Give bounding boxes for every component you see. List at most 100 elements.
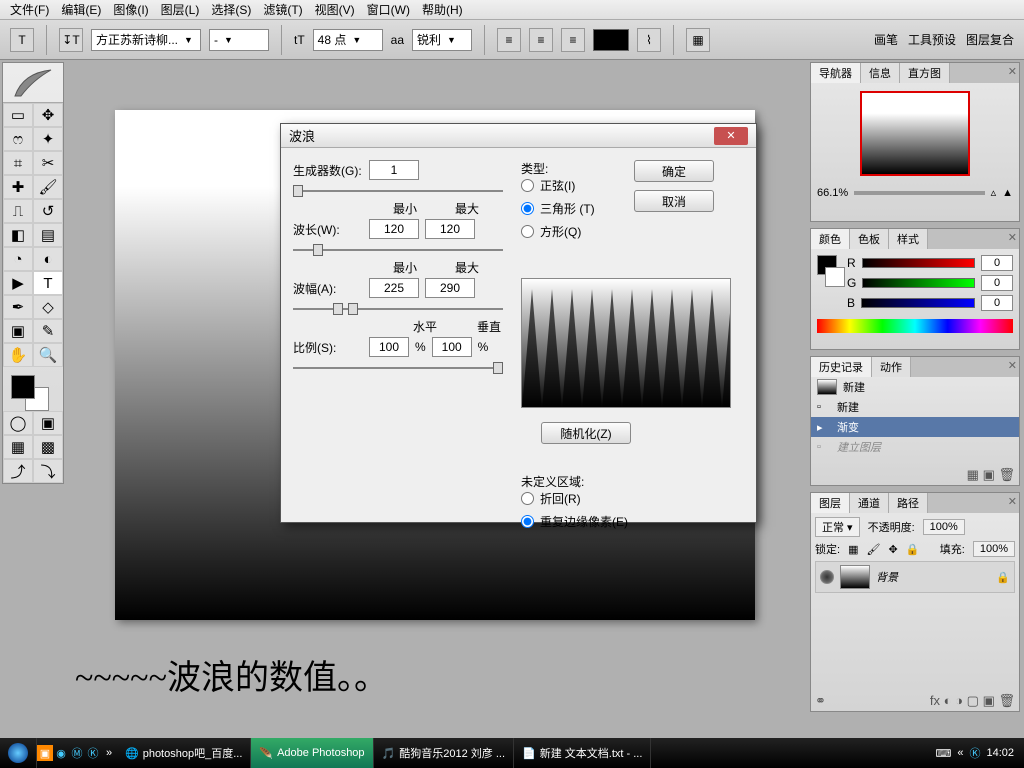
ok-button[interactable]: 确定 [634, 160, 714, 182]
font-size-dropdown[interactable]: 48 点▼ [313, 29, 383, 51]
clock[interactable]: 14:02 [986, 747, 1014, 759]
eyedropper-tool[interactable]: ✎ [33, 319, 63, 343]
menu-file[interactable]: 文件(F) [6, 1, 53, 18]
type-sine-radio[interactable]: 正弦(I) [521, 177, 631, 194]
menu-window[interactable]: 窗口(W) [363, 1, 414, 18]
menu-edit[interactable]: 编辑(E) [57, 1, 105, 18]
delete-layer-icon[interactable]: 🗑 [998, 693, 1015, 708]
zoom-tool[interactable]: 🔍 [33, 343, 63, 367]
quickmask-icon[interactable]: ◯ [3, 411, 33, 435]
tab-actions[interactable]: 动作 [872, 357, 911, 377]
fill-input[interactable]: 100% [973, 541, 1015, 557]
zoom-out-icon[interactable]: ▵ [991, 186, 997, 199]
menu-image[interactable]: 图像(I) [109, 1, 152, 18]
generators-slider[interactable] [293, 186, 503, 196]
tray-expand-icon[interactable]: « [957, 747, 963, 759]
tab-navigator[interactable]: 导航器 [811, 63, 861, 83]
quick-launch-expand[interactable]: » [101, 745, 117, 761]
screenmode3-icon[interactable]: ▩ [33, 435, 63, 459]
link-icon[interactable]: ⚭ [815, 693, 826, 709]
layer-name[interactable]: 背景 [876, 569, 898, 585]
bg-mini-swatch[interactable] [825, 267, 845, 287]
wavelength-slider[interactable] [293, 245, 503, 255]
quick-launch-icon[interactable]: ▣ [37, 745, 53, 761]
blend-mode-dropdown[interactable]: 正常 ▾ [815, 517, 860, 537]
foreground-color-swatch[interactable] [11, 375, 35, 399]
fx-icon[interactable]: fx [930, 693, 940, 708]
tray-ime-icon[interactable]: ⌨ [935, 747, 951, 760]
amplitude-min-input[interactable] [369, 278, 419, 298]
type-tool-icon[interactable]: T [10, 28, 34, 52]
eraser-tool[interactable]: ◧ [3, 223, 33, 247]
tab-info[interactable]: 信息 [861, 63, 900, 83]
tab-history[interactable]: 历史记录 [811, 357, 872, 377]
cancel-button[interactable]: 取消 [634, 190, 714, 212]
randomize-button[interactable]: 随机化(Z) [541, 422, 631, 444]
heal-tool[interactable]: ✚ [3, 175, 33, 199]
shape-tool[interactable]: ◇ [33, 295, 63, 319]
wavelength-max-input[interactable] [425, 219, 475, 239]
g-slider[interactable] [862, 278, 975, 288]
move-tool[interactable]: ✥ [33, 103, 63, 127]
undef-repeat-radio[interactable]: 重复边缘像素(E) [521, 513, 628, 530]
generators-input[interactable] [369, 160, 419, 180]
new-snapshot-icon[interactable]: ▦ [967, 467, 979, 482]
stamp-tool[interactable]: ⎍ [3, 199, 33, 223]
tab-color[interactable]: 颜色 [811, 229, 850, 249]
fg-bg-colors[interactable] [3, 371, 63, 411]
quick-launch-icon[interactable]: Ⓜ [69, 745, 85, 761]
menu-view[interactable]: 视图(V) [311, 1, 359, 18]
close-button[interactable]: ✕ [714, 127, 748, 145]
zoom-value[interactable]: 66.1% [817, 187, 848, 199]
visibility-icon[interactable] [820, 570, 834, 584]
history-item[interactable]: ▫新建 [811, 397, 1019, 417]
slice-tool[interactable]: ✂ [33, 151, 63, 175]
jump-icon[interactable]: ⤴ [3, 459, 33, 483]
marquee-tool[interactable]: ▭ [3, 103, 33, 127]
tab-paths[interactable]: 路径 [889, 493, 928, 513]
adjust-icon[interactable]: ◑ [955, 693, 963, 708]
brush-tool[interactable]: 🖌 [33, 175, 63, 199]
lock-brush-icon[interactable]: 🖌 [866, 543, 880, 556]
path-select-tool[interactable]: ▶ [3, 271, 33, 295]
history-item-selected[interactable]: ▸渐变 [811, 417, 1019, 437]
taskbar-item[interactable]: 🎵酷狗音乐2012 刘彦 ... [374, 738, 514, 768]
undef-wrap-radio[interactable]: 折回(R) [521, 490, 628, 507]
mask-icon[interactable]: ◐ [944, 693, 952, 708]
panel-close-icon[interactable]: ✕ [1008, 65, 1017, 78]
tab-histogram[interactable]: 直方图 [900, 63, 950, 83]
align-left-icon[interactable]: ≡ [497, 28, 521, 52]
tab-channels[interactable]: 通道 [850, 493, 889, 513]
g-input[interactable] [981, 275, 1013, 291]
scale-v-input[interactable] [432, 337, 472, 357]
font-style-dropdown[interactable]: -▼ [209, 29, 269, 51]
amplitude-max-input[interactable] [425, 278, 475, 298]
taskbar-item[interactable]: 📄新建 文本文档.txt - ... [514, 738, 651, 768]
start-button[interactable] [0, 738, 37, 768]
delete-history-icon[interactable]: 🗑 [998, 467, 1015, 482]
taskbar-item[interactable]: 🌐photoshop吧_百度... [117, 738, 251, 768]
blur-tool[interactable]: ◔ [3, 247, 33, 271]
align-center-icon[interactable]: ≡ [529, 28, 553, 52]
tray-k-icon[interactable]: Ⓚ [969, 745, 980, 761]
text-color-swatch[interactable] [593, 29, 629, 51]
color-spectrum[interactable] [817, 319, 1013, 333]
tab-swatches[interactable]: 色板 [850, 229, 889, 249]
new-history-icon[interactable]: ▣ [983, 467, 995, 482]
align-right-icon[interactable]: ≡ [561, 28, 585, 52]
panel-close-icon[interactable]: ✕ [1008, 495, 1017, 508]
zoom-slider[interactable] [854, 191, 984, 195]
type-tool[interactable]: T [33, 271, 63, 295]
scale-slider[interactable] [293, 363, 503, 373]
hand-tool[interactable]: ✋ [3, 343, 33, 367]
palettes-icon[interactable]: ▦ [686, 28, 710, 52]
lock-transparent-icon[interactable]: ▦ [848, 543, 858, 556]
taskbar-item-active[interactable]: 🪶Adobe Photoshop [251, 738, 373, 768]
lasso-tool[interactable]: ෆ [3, 127, 33, 151]
layer-row[interactable]: 背景 🔒 [815, 561, 1015, 593]
history-snapshot[interactable]: 新建 [811, 377, 1019, 397]
menu-help[interactable]: 帮助(H) [418, 1, 467, 18]
amplitude-slider[interactable] [293, 304, 503, 314]
crop-tool[interactable]: ⌗ [3, 151, 33, 175]
menu-filter[interactable]: 滤镜(T) [259, 1, 306, 18]
